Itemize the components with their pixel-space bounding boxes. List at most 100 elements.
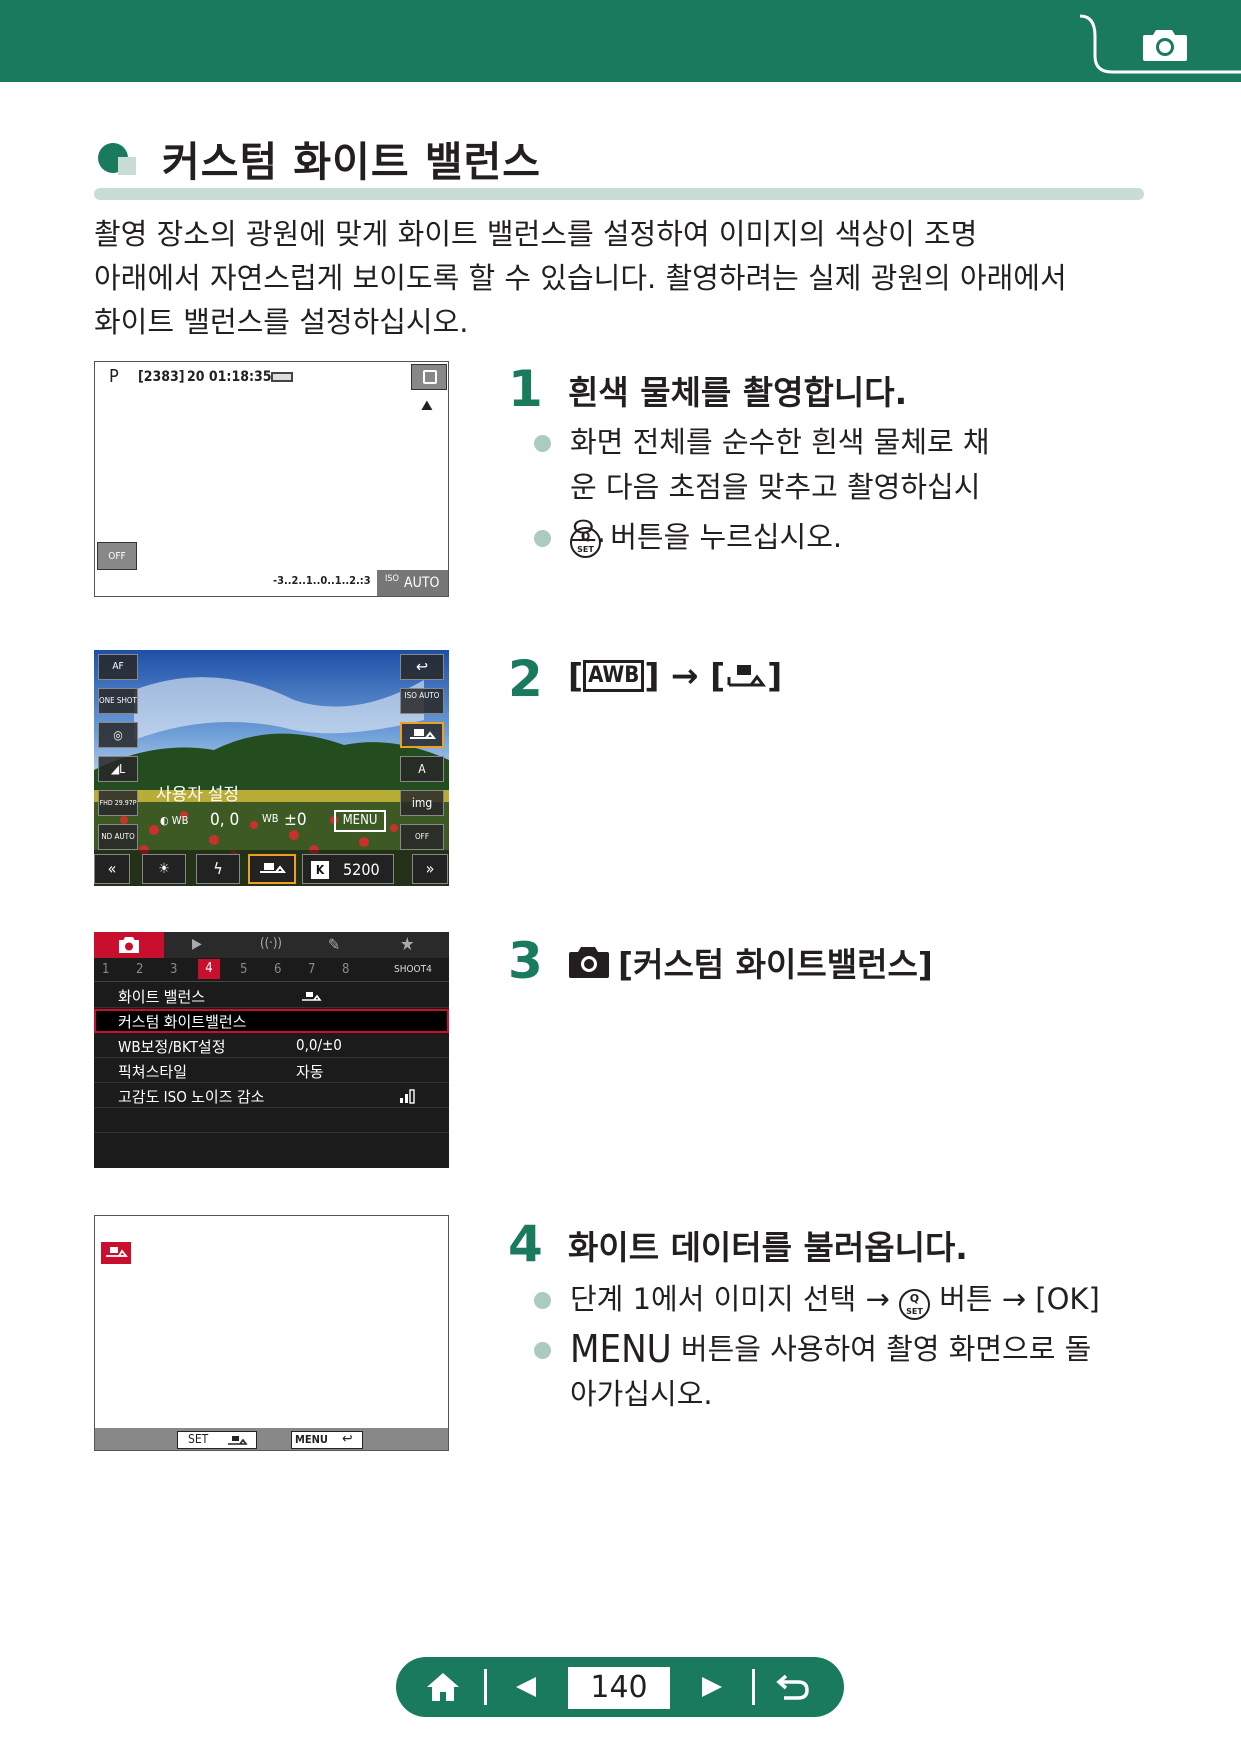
image-quality-button[interactable]: ◢L	[98, 756, 138, 782]
menu-row-label: 고감도 ISO 노이즈 감소	[118, 1088, 265, 1106]
camera-icon	[1143, 30, 1187, 61]
menu-row[interactable]: 고감도 ISO 노이즈 감소	[94, 1084, 449, 1108]
menu-row[interactable]: WB보정/BKT설정 0,0/±0	[94, 1034, 449, 1058]
intro-line: 화이트 밸런스를 설정하십시오.	[94, 305, 469, 339]
wb-kelvin-button[interactable]: K 5200	[302, 854, 394, 884]
scroll-right-button[interactable]: »	[412, 854, 448, 884]
menu-label: MENU	[295, 1433, 328, 1446]
setup-tab-icon[interactable]: ✎	[328, 935, 340, 954]
prev-icon[interactable]	[500, 1657, 550, 1717]
quick-control-icon[interactable]	[411, 364, 447, 390]
battery-icon	[271, 372, 293, 382]
menu-row[interactable]: 화이트 밸런스	[94, 984, 449, 1008]
header-band	[0, 0, 1241, 82]
back-button[interactable]: ↩	[400, 654, 444, 680]
step-bullet: Q SET 버튼을 누르십시오.	[534, 515, 1241, 560]
custom-wb-icon	[302, 992, 322, 1001]
intro-paragraph: 촬영 장소의 광원에 맞게 화이트 밸런스를 설정하여 이미지의 색상이 조명 …	[94, 212, 1154, 344]
step-title: 흰색 물체를 촬영합니다.	[568, 373, 908, 412]
camera-screen-menu: ▶ ((·)) ✎ ★ 1 2 3 4 5 6 7 8 SHOOT4 화이트 밸…	[94, 932, 449, 1168]
tab-shoot[interactable]	[94, 932, 164, 958]
menu-row-label: WB보정/BKT설정	[118, 1038, 226, 1056]
metering-button[interactable]: ◎	[98, 722, 138, 748]
menu-row-label: 커스텀 화이트밸런스	[118, 1013, 247, 1031]
exposure-level-scale: -3..2..1..0..1..2.:3	[273, 574, 371, 587]
tab-name: SHOOT4	[394, 964, 432, 975]
step-number: 2	[508, 650, 543, 708]
wb-bracket-value: ±0	[284, 810, 307, 830]
tab-number[interactable]: 1	[102, 962, 109, 977]
q-set-button-icon: Q SET	[898, 1289, 930, 1320]
movie-size-button[interactable]: FHD 29.97P	[98, 790, 138, 816]
iso-button[interactable]: ISO AUTO	[400, 688, 444, 714]
scroll-left-button[interactable]: «	[94, 854, 130, 884]
mode-indicator: P	[109, 366, 119, 387]
menu-row-value: 0,0/±0	[296, 1036, 342, 1054]
custom-wb-icon[interactable]	[400, 722, 444, 748]
wb-fluorescent-button[interactable]: ☀	[142, 854, 186, 884]
kelvin-icon: K	[311, 861, 329, 879]
wireless-tab-icon[interactable]: ((·))	[260, 936, 282, 951]
custom-wb-icon	[727, 664, 767, 686]
menu-row[interactable]: 픽쳐스타일 자동	[94, 1059, 449, 1083]
awb-icon: AWB	[583, 659, 645, 692]
next-icon[interactable]	[688, 1657, 738, 1717]
camera-screen-custom-wb: SET MENU ↩	[94, 1215, 449, 1451]
menu-button[interactable]: MENU	[334, 810, 386, 832]
home-icon[interactable]	[418, 1657, 468, 1717]
menu-row-label: 픽쳐스타일	[118, 1063, 188, 1081]
menu-return-button[interactable]: MENU ↩	[291, 1431, 363, 1449]
nd-filter-button[interactable]: ND AUTO	[98, 824, 138, 850]
tab-number[interactable]: 6	[274, 962, 281, 977]
menu-row-selected[interactable]: 커스텀 화이트밸런스	[94, 1009, 449, 1033]
custom-wb-icon	[228, 1436, 248, 1445]
step-title: [커스텀 화이트밸런스]	[568, 938, 933, 986]
step-number: 4	[508, 1215, 543, 1273]
lens-aberration-button[interactable]: OFF	[400, 824, 444, 850]
camera-screen-shooting: P [2383] 20 01:18:35 ⛰ OFF -3..2..1..0..…	[94, 361, 449, 597]
tab-number[interactable]: 8	[342, 962, 349, 977]
section-heading: 커스텀 화이트 밸런스	[94, 128, 541, 188]
page-title: 커스텀 화이트 밸런스	[162, 138, 542, 186]
back-icon[interactable]	[768, 1657, 818, 1717]
set-button[interactable]: SET	[177, 1431, 257, 1449]
scene-icon: ⛰	[421, 398, 433, 414]
clock-readout: 20 01:18:35	[187, 369, 272, 385]
wb-flash-button[interactable]: ϟ	[196, 854, 240, 884]
landscape-photo	[94, 650, 449, 886]
wb-bracket-icon: WB	[262, 812, 279, 825]
iso-readout: AUTO	[404, 575, 440, 591]
playback-tab-icon[interactable]: ▶	[192, 936, 202, 952]
kelvin-value: 5200	[343, 860, 380, 879]
menu-button-label: MENU	[570, 1327, 672, 1371]
step-bullet: MENU 버튼을 사용하여 촬영 화면으로 돌아가십시오.	[534, 1327, 1241, 1417]
set-label: SET	[188, 1432, 209, 1446]
shots-remaining: [2383]	[138, 369, 185, 385]
custom-wb-icon	[101, 1242, 131, 1264]
wb-panel-title: 사용자 설정	[156, 785, 240, 805]
step-bullet: 단계 1에서 이미지 선택 → Q SET 버튼 → [OK]	[534, 1277, 1241, 1322]
image-edit-button[interactable]: img	[400, 790, 444, 816]
tab-number[interactable]: 7	[308, 962, 315, 977]
tab-number[interactable]: 3	[170, 962, 177, 977]
mymenu-tab-icon[interactable]: ★	[400, 934, 415, 955]
touch-shutter-off-icon[interactable]: OFF	[97, 542, 137, 570]
camera-icon	[569, 947, 609, 978]
intro-line: 촬영 장소의 광원에 맞게 화이트 밸런스를 설정하여 이미지의 색상이 조명	[94, 217, 978, 251]
af-method-button[interactable]: AF	[98, 654, 138, 680]
tab-number[interactable]: 2	[136, 962, 143, 977]
picture-style-button[interactable]: A	[400, 756, 444, 782]
q-set-button-icon: Q SET	[570, 527, 601, 558]
camera-icon	[119, 937, 139, 953]
wb-shift-values: 0, 0	[210, 810, 240, 830]
camera-screen-quick-control: AF ONE SHOT ◎ ◢L FHD 29.97P ND AUTO ↩ IS…	[94, 650, 449, 886]
wb-custom-selected[interactable]	[248, 854, 296, 884]
menu-row-value: 자동	[296, 1063, 324, 1081]
tab-number[interactable]: 5	[240, 962, 247, 977]
menu-row-empty	[94, 1109, 449, 1133]
step-title: 화이트 데이터를 불러옵니다.	[568, 1228, 968, 1267]
step-number: 1	[508, 360, 543, 418]
af-operation-button[interactable]: ONE SHOT	[98, 688, 138, 714]
tab-number-active[interactable]: 4	[198, 959, 220, 979]
page-number: 140	[568, 1667, 670, 1709]
